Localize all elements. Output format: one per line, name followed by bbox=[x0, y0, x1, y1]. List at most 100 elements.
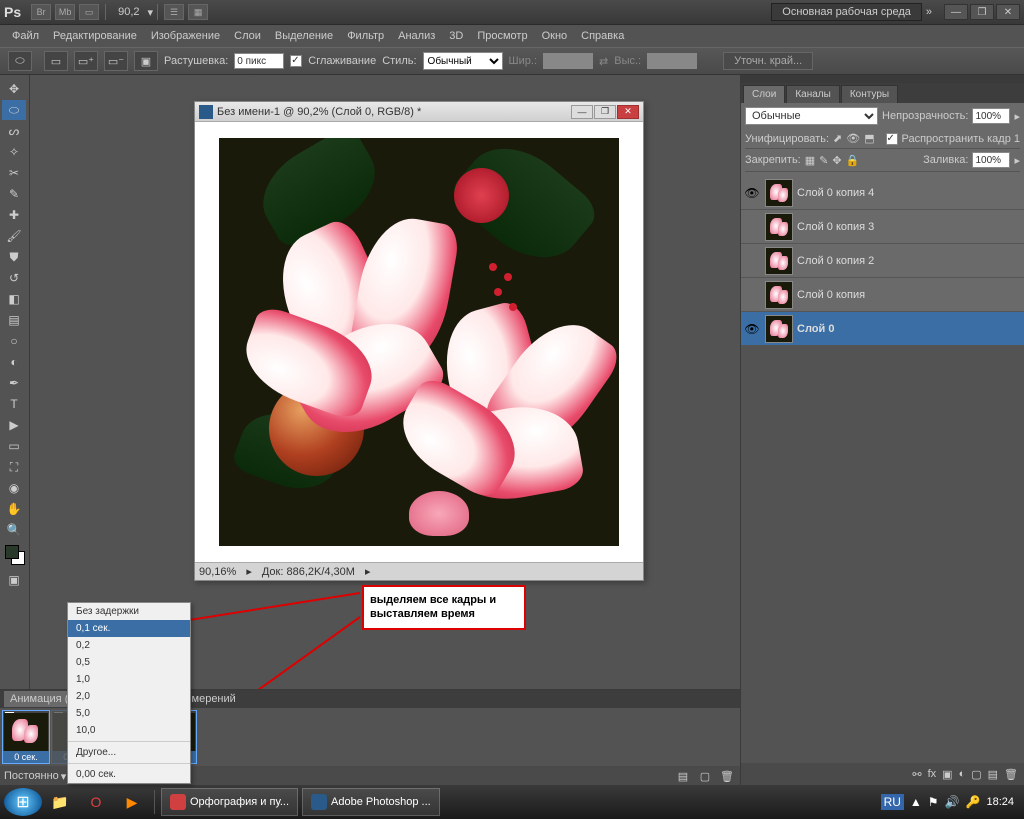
blur-tool[interactable]: ○ bbox=[2, 331, 26, 351]
selection-new-icon[interactable]: ▭ bbox=[44, 51, 68, 71]
fill-input[interactable] bbox=[972, 152, 1010, 168]
clock[interactable]: 18:24 bbox=[986, 796, 1014, 808]
workspace-button[interactable]: Основная рабочая среда bbox=[771, 3, 922, 21]
feather-input[interactable] bbox=[234, 53, 284, 69]
menu-3d[interactable]: 3D bbox=[443, 28, 469, 44]
menu-layer[interactable]: Слои bbox=[228, 28, 267, 44]
tray-action-icon[interactable]: 🔑 bbox=[966, 795, 981, 809]
height-input[interactable] bbox=[647, 53, 697, 69]
layer-visibility-icon[interactable]: 👁 bbox=[743, 186, 761, 200]
new-layer-icon[interactable]: ▤ bbox=[988, 768, 998, 781]
zoom-value[interactable]: 90,2 bbox=[118, 6, 139, 18]
adjustment-layer-icon[interactable]: ◐ bbox=[959, 768, 966, 780]
zoom-dropdown-icon[interactable]: ▾ bbox=[148, 6, 154, 19]
lasso-tool[interactable]: ᔕ bbox=[2, 121, 26, 141]
layer-thumbnail[interactable] bbox=[765, 281, 793, 309]
doc-close-button[interactable]: ✕ bbox=[617, 105, 639, 119]
layer-name[interactable]: Слой 0 bbox=[797, 323, 834, 335]
tool-preset-icon[interactable]: ⬭ bbox=[8, 51, 32, 71]
selection-subtract-icon[interactable]: ▭⁻ bbox=[104, 51, 128, 71]
layer-name[interactable]: Слой 0 копия bbox=[797, 289, 865, 301]
lock-all-icon[interactable]: 🔒 bbox=[846, 154, 860, 167]
history-brush-tool[interactable]: ↺ bbox=[2, 268, 26, 288]
status-zoom[interactable]: 90,16% bbox=[199, 566, 236, 578]
layer-thumbnail[interactable] bbox=[765, 247, 793, 275]
screen-mode-icon[interactable]: ▭ bbox=[79, 4, 99, 20]
close-button[interactable]: ✕ bbox=[996, 4, 1020, 20]
unify-style-icon[interactable]: ⬒ bbox=[864, 132, 874, 145]
style-select[interactable]: Обычный bbox=[423, 52, 503, 70]
healing-tool[interactable]: ✚ bbox=[2, 205, 26, 225]
layer-name[interactable]: Слой 0 копия 2 bbox=[797, 255, 874, 267]
eyedropper-tool[interactable]: ✎ bbox=[2, 184, 26, 204]
delay-header[interactable]: Без задержки bbox=[68, 603, 190, 620]
menu-select[interactable]: Выделение bbox=[269, 28, 339, 44]
doc-minimize-button[interactable]: — bbox=[571, 105, 593, 119]
convert-timeline-button[interactable]: ▤ bbox=[674, 768, 692, 784]
maximize-button[interactable]: ❐ bbox=[970, 4, 994, 20]
menu-help[interactable]: Справка bbox=[575, 28, 630, 44]
selection-intersect-icon[interactable]: ▣ bbox=[134, 51, 158, 71]
type-tool[interactable]: T bbox=[2, 394, 26, 414]
layer-thumbnail[interactable] bbox=[765, 213, 793, 241]
stamp-tool[interactable]: ⛊ bbox=[2, 247, 26, 267]
lock-position-icon[interactable]: ✥ bbox=[832, 154, 841, 167]
lock-pixels-icon[interactable]: ✎ bbox=[819, 154, 828, 167]
link-layers-icon[interactable]: ⚯ bbox=[912, 768, 921, 781]
menu-analysis[interactable]: Анализ bbox=[392, 28, 441, 44]
3d-camera-tool[interactable]: ◉ bbox=[2, 478, 26, 498]
layer-row[interactable]: 👁 Слой 0 копия 4 bbox=[741, 176, 1024, 210]
hand-tool[interactable]: ✋ bbox=[2, 499, 26, 519]
taskbar-item[interactable]: Adobe Photoshop ... bbox=[302, 788, 440, 816]
layer-row[interactable]: Слой 0 копия 2 bbox=[741, 244, 1024, 278]
layer-group-icon[interactable]: ▢ bbox=[971, 768, 981, 781]
delay-item-50[interactable]: 5,0 bbox=[68, 705, 190, 722]
start-button[interactable]: ⊞ bbox=[4, 788, 42, 816]
layer-row[interactable]: Слой 0 копия bbox=[741, 278, 1024, 312]
width-input[interactable] bbox=[543, 53, 593, 69]
layer-mask-icon[interactable]: ▣ bbox=[942, 768, 952, 781]
menu-filter[interactable]: Фильтр bbox=[341, 28, 390, 44]
3d-tool[interactable]: ⛶ bbox=[2, 457, 26, 477]
taskbar-opera-icon[interactable]: O bbox=[80, 788, 112, 816]
layer-visibility-icon[interactable]: 👁 bbox=[743, 322, 761, 336]
status-info-icon[interactable]: ▸ bbox=[246, 565, 252, 578]
brush-tool[interactable]: 🖌 bbox=[2, 226, 26, 246]
delay-item-05[interactable]: 0,5 bbox=[68, 654, 190, 671]
minimize-button[interactable]: — bbox=[944, 4, 968, 20]
shape-tool[interactable]: ▭ bbox=[2, 436, 26, 456]
minibridge-icon[interactable]: Mb bbox=[55, 4, 75, 20]
magic-wand-tool[interactable]: ✧ bbox=[2, 142, 26, 162]
pen-tool[interactable]: ✒ bbox=[2, 373, 26, 393]
gradient-tool[interactable]: ▤ bbox=[2, 310, 26, 330]
tray-flag-icon[interactable]: ▲ bbox=[910, 795, 922, 809]
layer-name[interactable]: Слой 0 копия 4 bbox=[797, 187, 874, 199]
duplicate-frame-button[interactable]: ▢ bbox=[696, 768, 714, 784]
menu-file[interactable]: Файл bbox=[6, 28, 45, 44]
opacity-input[interactable] bbox=[972, 108, 1010, 124]
lang-indicator[interactable]: RU bbox=[881, 794, 904, 810]
delete-layer-icon[interactable]: 🗑 bbox=[1004, 768, 1018, 781]
delay-item-100[interactable]: 10,0 bbox=[68, 722, 190, 739]
tab-channels[interactable]: Каналы bbox=[786, 85, 840, 103]
tray-volume-icon[interactable]: 🔊 bbox=[945, 795, 960, 809]
menu-view[interactable]: Просмотр bbox=[471, 28, 533, 44]
animation-frame[interactable]: 1 0 сек. bbox=[2, 710, 50, 764]
marquee-tool[interactable]: ⬭ bbox=[2, 100, 26, 120]
path-select-tool[interactable]: ▶ bbox=[2, 415, 26, 435]
blend-mode-select[interactable]: Обычные bbox=[745, 107, 878, 125]
menu-image[interactable]: Изображение bbox=[145, 28, 226, 44]
quickmask-tool[interactable]: ▣ bbox=[2, 570, 26, 590]
zoom-tool[interactable]: 🔍 bbox=[2, 520, 26, 540]
menu-window[interactable]: Окно bbox=[536, 28, 574, 44]
selection-add-icon[interactable]: ▭⁺ bbox=[74, 51, 98, 71]
arrange-icon[interactable]: ☰ bbox=[164, 4, 184, 20]
swap-wh-icon[interactable]: ⇄ bbox=[599, 55, 608, 68]
bridge-icon[interactable]: Br bbox=[31, 4, 51, 20]
menu-edit[interactable]: Редактирование bbox=[47, 28, 143, 44]
refine-edge-button[interactable]: Уточн. край... bbox=[723, 52, 813, 70]
lock-transparency-icon[interactable]: ▦ bbox=[805, 154, 815, 167]
layer-thumbnail[interactable] bbox=[765, 179, 793, 207]
delay-item-02[interactable]: 0,2 bbox=[68, 637, 190, 654]
workspace-more-icon[interactable]: » bbox=[926, 6, 932, 18]
